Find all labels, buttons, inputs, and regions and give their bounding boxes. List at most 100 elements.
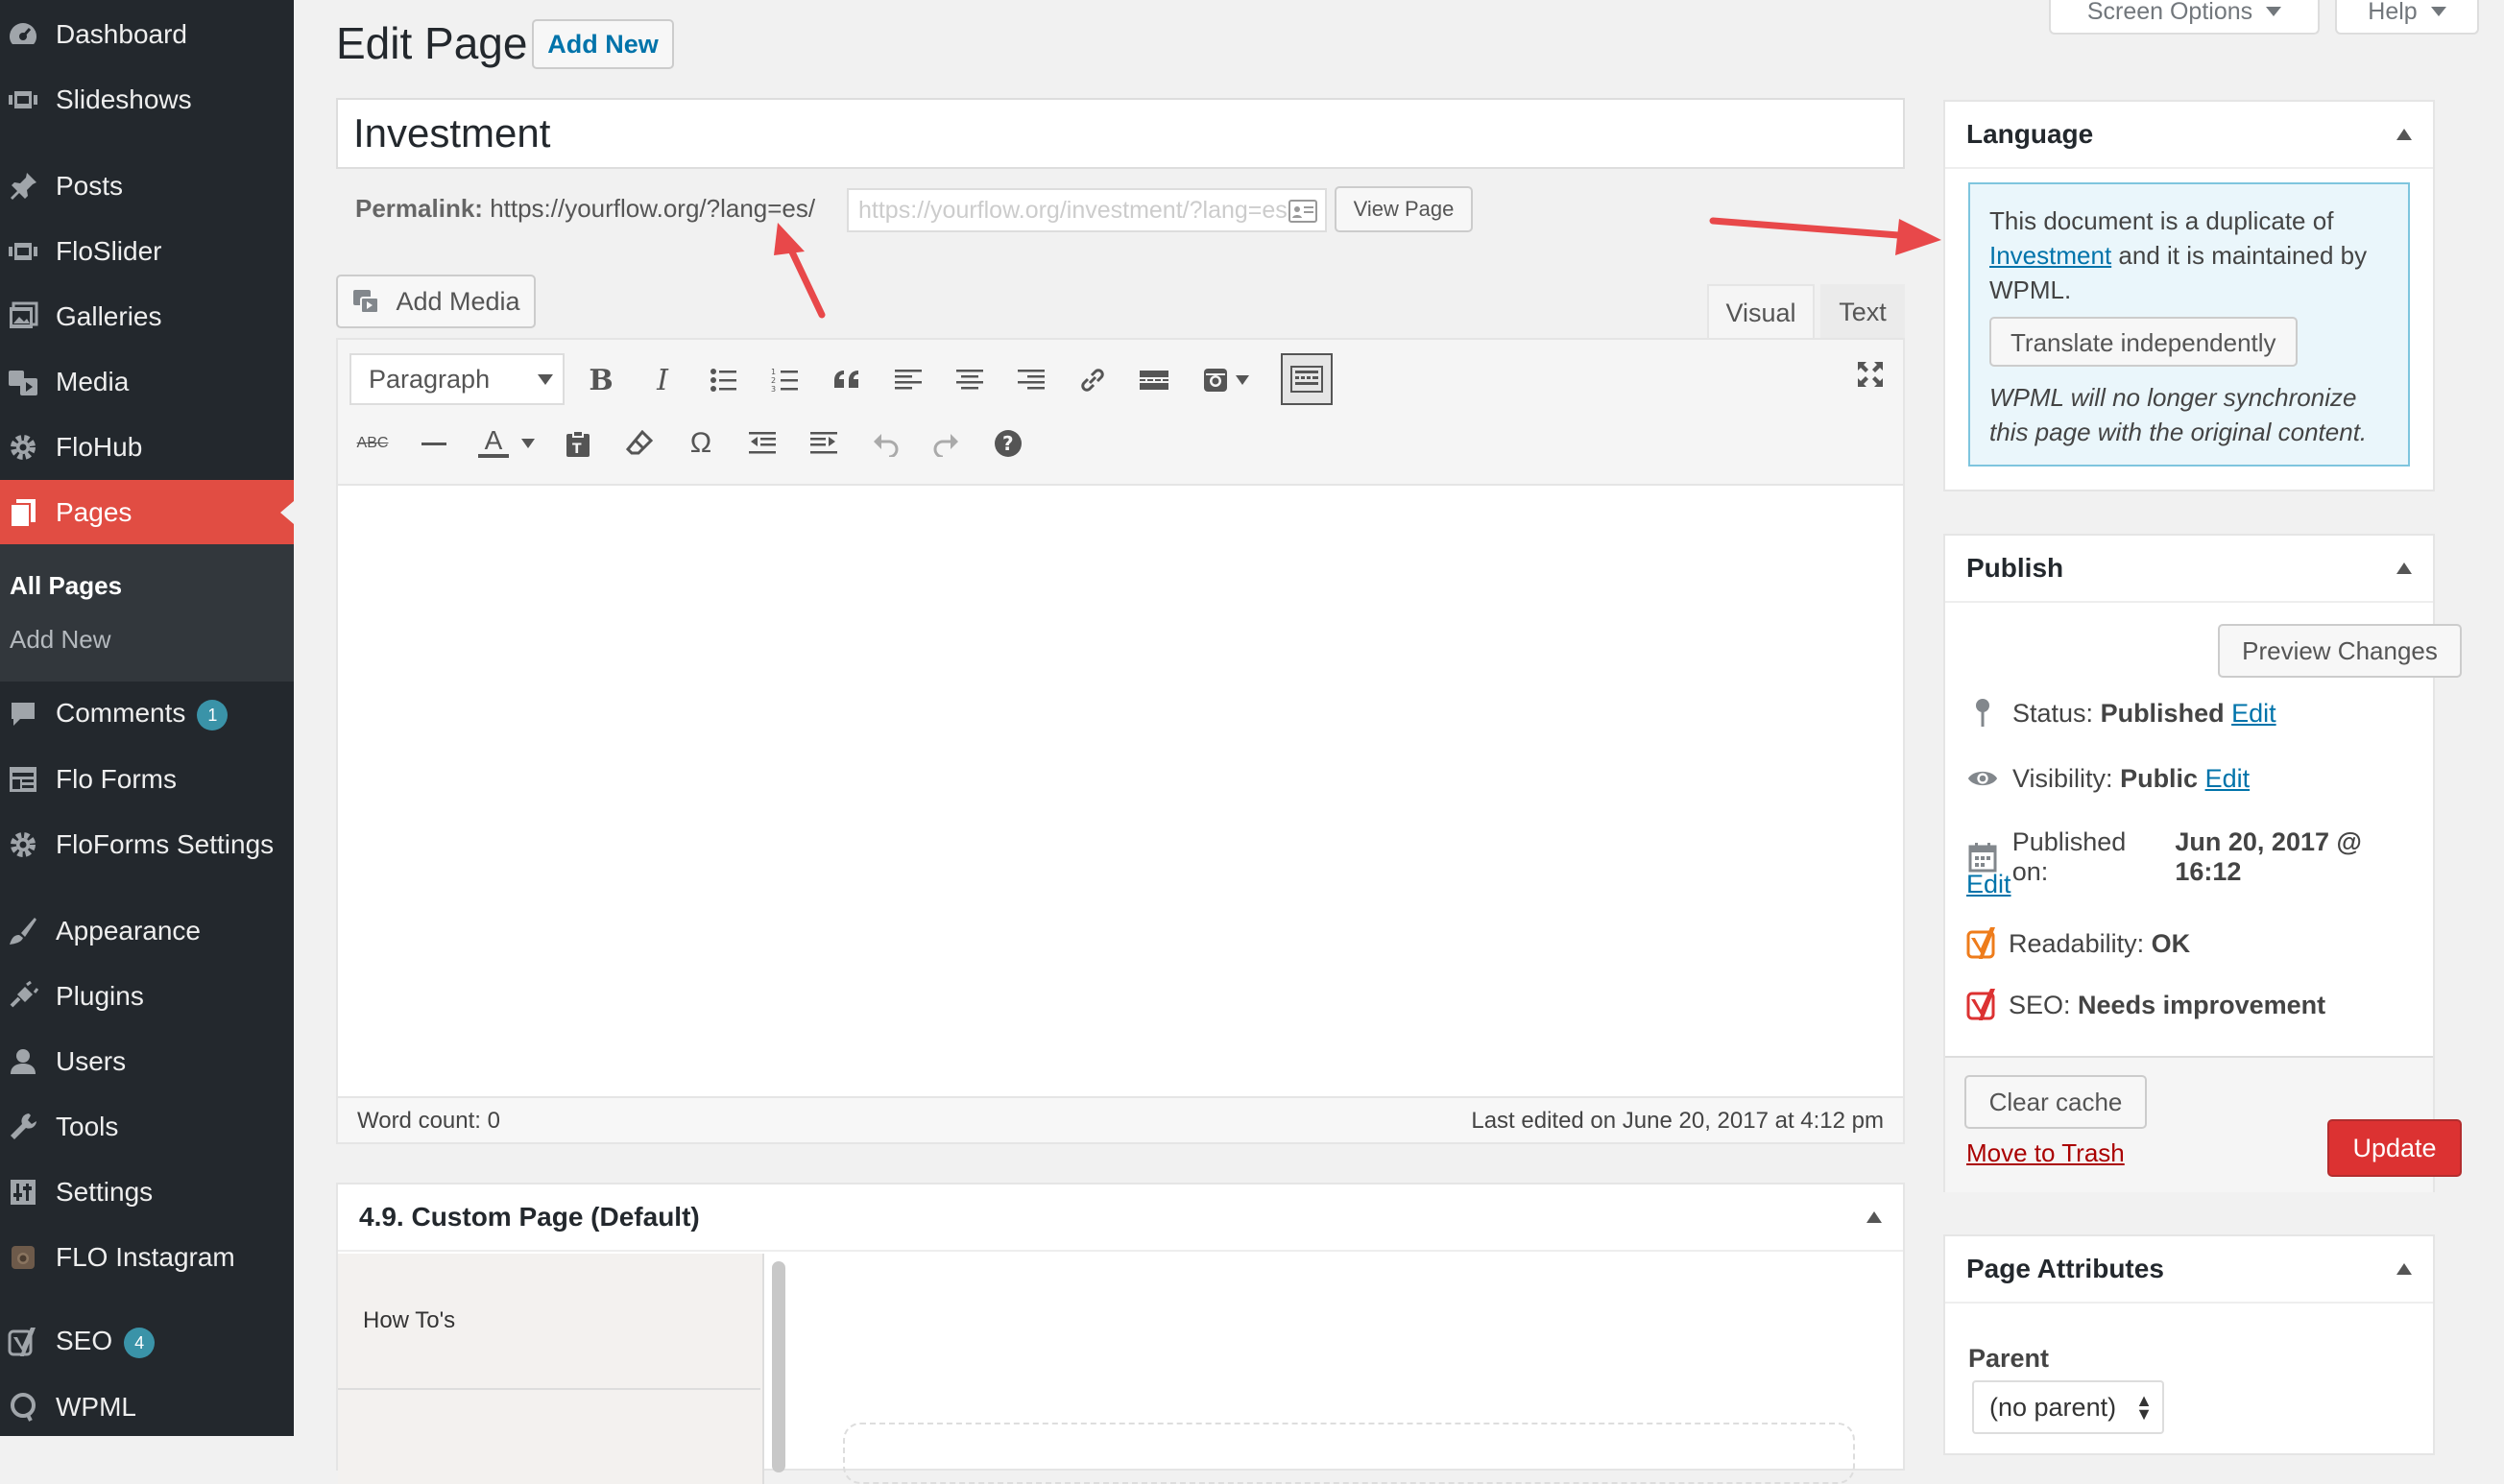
menu-item-plugins[interactable]: Plugins	[0, 964, 294, 1029]
wpml-duplicate-notice: This document is a duplicate of Investme…	[1968, 182, 2410, 467]
strikethrough-icon[interactable]: ABC	[351, 422, 394, 465]
read-more-icon[interactable]	[1133, 359, 1175, 401]
fullscreen-icon[interactable]	[1849, 353, 1891, 395]
plug-icon	[6, 979, 40, 1014]
horizontal-line-icon[interactable]	[413, 422, 455, 465]
submenu-all-pages[interactable]: All Pages	[10, 571, 122, 601]
format-select[interactable]: Paragraph	[349, 353, 565, 405]
translate-independently-button[interactable]: Translate independently	[1989, 317, 2298, 367]
edit-status-link[interactable]: Edit	[2231, 699, 2276, 729]
translate-label: Translate independently	[2010, 328, 2276, 357]
yoast-icon	[6, 1325, 40, 1359]
menu-item-flo-instagram[interactable]: FLO Instagram	[0, 1225, 294, 1290]
settings-icon	[6, 1175, 40, 1209]
menu-item-dashboard[interactable]: Dashboard	[0, 2, 294, 67]
add-new-page-button[interactable]: Add New	[532, 19, 674, 69]
numbered-list-icon[interactable]: 123	[764, 359, 807, 401]
redo-icon[interactable]	[926, 422, 968, 465]
screen-options-tab[interactable]: Screen Options	[2049, 0, 2320, 35]
bulleted-list-icon[interactable]	[703, 359, 745, 401]
post-title-input[interactable]: Investment	[336, 98, 1905, 169]
original-link[interactable]: Investment	[1989, 241, 2111, 270]
menu-item-galleries[interactable]: Galleries	[0, 284, 294, 349]
align-left-icon[interactable]	[887, 359, 929, 401]
tab-text[interactable]: Text	[1820, 284, 1905, 340]
clear-formatting-icon[interactable]	[618, 422, 661, 465]
blockquote-icon[interactable]	[826, 359, 868, 401]
page-attributes-box: Page Attributes Parent (no parent) ▲ ▼	[1943, 1234, 2435, 1455]
toolbar-toggle-icon[interactable]	[1281, 353, 1333, 405]
menu-item-flohub[interactable]: FloHub	[0, 415, 294, 480]
move-to-trash-link[interactable]: Move to Trash	[1966, 1138, 2125, 1168]
undo-icon[interactable]	[864, 422, 906, 465]
publish-box-header[interactable]: Publish	[1945, 536, 2433, 603]
visibility-row: Visibility: Public Edit	[1966, 762, 2250, 795]
special-character-icon[interactable]: Ω	[680, 422, 722, 465]
caret-down-icon[interactable]	[517, 422, 540, 465]
paste-text-icon[interactable]: T	[557, 422, 599, 465]
menu-item-media[interactable]: Media	[0, 349, 294, 415]
menu-item-tools[interactable]: Tools	[0, 1094, 294, 1160]
permalink-label: Permalink:	[355, 194, 483, 223]
major-publishing-actions: Clear cache Move to Trash Update	[1945, 1056, 2462, 1192]
view-page-button[interactable]: View Page	[1335, 186, 1473, 232]
text-color-icon[interactable]: A	[472, 420, 515, 463]
help-tab[interactable]: Help	[2335, 0, 2479, 35]
caret-down-icon	[2430, 7, 2446, 16]
menu-item-flo-forms[interactable]: Flo Forms	[0, 747, 294, 812]
help-icon[interactable]: ?	[987, 422, 1029, 465]
align-right-icon[interactable]	[1010, 359, 1052, 401]
link-icon[interactable]	[1071, 359, 1114, 401]
caret-down-icon[interactable]	[1231, 359, 1254, 401]
scrollbar[interactable]	[772, 1261, 785, 1472]
collapse-icon[interactable]	[2396, 1263, 2412, 1275]
menu-item-settings[interactable]: Settings	[0, 1160, 294, 1225]
parent-select[interactable]: (no parent) ▲ ▼	[1972, 1380, 2164, 1434]
menu-item-posts[interactable]: Posts	[0, 154, 294, 219]
menu-item-wpml[interactable]: WPML	[0, 1375, 294, 1440]
page-attributes-title: Page Attributes	[1966, 1254, 2164, 1283]
slug-field[interactable]: https://yourflow.org/investment/?lang=es	[847, 188, 1327, 232]
editor-content-area[interactable]	[338, 486, 1903, 1052]
align-center-icon[interactable]	[949, 359, 991, 401]
bold-icon[interactable]: B	[580, 359, 622, 401]
edit-date-link[interactable]: Edit	[1966, 870, 2011, 899]
collapse-icon[interactable]	[2396, 129, 2412, 140]
indent-icon[interactable]	[803, 422, 845, 465]
menu-item-comments[interactable]: Comments 1	[0, 682, 294, 747]
comment-icon	[6, 697, 40, 731]
outdent-icon[interactable]	[741, 422, 783, 465]
language-box: Language This document is a duplicate of…	[1943, 100, 2435, 491]
menu-item-slideshows[interactable]: Slideshows	[0, 67, 294, 132]
page-attributes-header[interactable]: Page Attributes	[1945, 1236, 2433, 1304]
add-media-button[interactable]: Add Media	[336, 275, 536, 328]
submenu-add-new[interactable]: Add New	[10, 625, 111, 655]
clear-cache-button[interactable]: Clear cache	[1964, 1075, 2147, 1129]
menu-item-floforms-settings[interactable]: FloForms Settings	[0, 812, 294, 877]
language-box-header[interactable]: Language	[1945, 102, 2433, 169]
status-row: Status: Published Edit	[1966, 697, 2276, 730]
permalink-url[interactable]: https://yourflow.org/?lang=es/	[490, 194, 815, 223]
gear-icon	[6, 430, 40, 465]
italic-icon[interactable]: I	[641, 359, 684, 401]
menu-item-users[interactable]: Users	[0, 1029, 294, 1094]
edit-visibility-link[interactable]: Edit	[2205, 764, 2251, 794]
update-button[interactable]: Update	[2327, 1119, 2462, 1177]
wpml-icon	[6, 1390, 40, 1424]
preview-changes-button[interactable]: Preview Changes	[2218, 624, 2462, 678]
instagram-icon	[6, 1240, 40, 1275]
menu-item-seo[interactable]: SEO 4	[0, 1309, 294, 1375]
menu-label: FloHub	[56, 432, 143, 462]
custom-page-header[interactable]: 4.9. Custom Page (Default)	[338, 1185, 1903, 1252]
list-item[interactable]: How To's	[338, 1254, 760, 1390]
menu-item-appearance[interactable]: Appearance	[0, 898, 294, 964]
collapse-icon[interactable]	[2396, 562, 2412, 574]
tab-visual[interactable]: Visual	[1707, 284, 1815, 340]
permalink-row: Permalink: https://yourflow.org/?lang=es…	[355, 194, 815, 224]
collapse-icon[interactable]	[1866, 1211, 1882, 1223]
sync-warning: WPML will no longer synchronize this pag…	[1989, 383, 2368, 446]
menu-item-floslider[interactable]: FloSlider	[0, 219, 294, 284]
menu-item-pages[interactable]: Pages	[0, 480, 294, 545]
slug-text: https://yourflow.org/investment/?lang=es	[858, 196, 1288, 224]
published-on-row: Published on: Jun 20, 2017 @ 16:12	[1966, 827, 2433, 887]
